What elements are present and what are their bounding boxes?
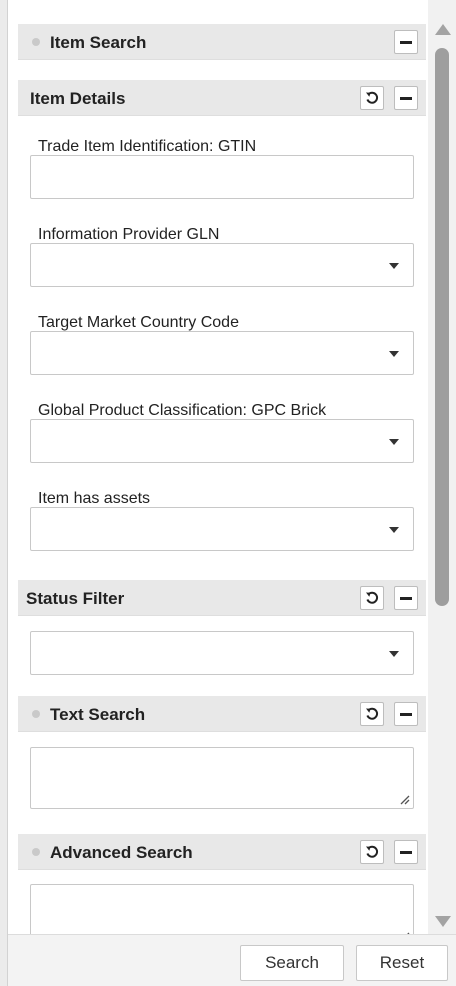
text-search-reset-button[interactable] <box>360 702 384 726</box>
gpc-label: Global Product Classification: GPC Brick <box>38 402 327 419</box>
gln-select[interactable] <box>30 243 414 287</box>
minus-icon <box>400 97 412 100</box>
scroll-down-arrow-icon[interactable] <box>435 916 451 927</box>
item-search-title: Item Search <box>50 33 147 52</box>
action-bar: Search Reset <box>8 934 456 986</box>
refresh-icon <box>366 91 379 104</box>
left-border <box>0 0 8 986</box>
minus-icon <box>400 597 412 600</box>
gln-label: Information Provider GLN <box>38 226 220 243</box>
country-label: Target Market Country Code <box>38 314 239 331</box>
gpc-select[interactable] <box>30 419 414 463</box>
minus-icon <box>400 41 412 44</box>
text-search-collapse-button[interactable] <box>394 702 418 726</box>
advanced-search-header[interactable]: Advanced Search <box>18 834 426 870</box>
status-dot-icon <box>32 710 40 718</box>
minus-icon <box>400 851 412 854</box>
advanced-search-collapse-button[interactable] <box>394 840 418 864</box>
chevron-down-icon <box>389 439 399 445</box>
chevron-down-icon <box>389 351 399 357</box>
search-button[interactable]: Search <box>240 945 344 981</box>
text-search-textarea[interactable] <box>30 747 414 809</box>
status-filter-title: Status Filter <box>26 589 125 608</box>
gtin-label: Trade Item Identification: GTIN <box>38 138 257 155</box>
advanced-search-textarea[interactable] <box>30 884 414 934</box>
scroll-up-arrow-icon[interactable] <box>435 24 451 35</box>
text-search-title: Text Search <box>50 705 146 724</box>
chevron-down-icon <box>389 263 399 269</box>
item-details-collapse-button[interactable] <box>394 86 418 110</box>
chevron-down-icon <box>389 651 399 657</box>
status-dot-icon <box>32 848 40 856</box>
advanced-search-reset-button[interactable] <box>360 840 384 864</box>
status-filter-reset-button[interactable] <box>360 586 384 610</box>
status-filter-header[interactable]: Status Filter <box>18 580 426 616</box>
reset-button[interactable]: Reset <box>356 945 448 981</box>
vertical-scrollbar[interactable] <box>428 0 456 934</box>
item-details-header[interactable]: Item Details <box>18 80 426 116</box>
gtin-input[interactable] <box>30 155 414 199</box>
assets-select[interactable] <box>30 507 414 551</box>
refresh-icon <box>366 591 379 604</box>
minus-icon <box>400 713 412 716</box>
chevron-down-icon <box>389 527 399 533</box>
resize-grip-icon[interactable] <box>398 793 410 805</box>
refresh-icon <box>366 845 379 858</box>
item-details-reset-button[interactable] <box>360 86 384 110</box>
refresh-icon <box>366 707 379 720</box>
item-search-collapse-button[interactable] <box>394 30 418 54</box>
status-dot-icon <box>32 38 40 46</box>
item-search-header[interactable]: Item Search <box>18 24 426 60</box>
text-search-header[interactable]: Text Search <box>18 696 426 732</box>
status-select[interactable] <box>30 631 414 675</box>
country-select[interactable] <box>30 331 414 375</box>
assets-label: Item has assets <box>38 490 151 507</box>
scrollbar-thumb[interactable] <box>435 48 449 606</box>
advanced-search-title: Advanced Search <box>50 843 193 862</box>
item-details-title: Item Details <box>30 89 126 108</box>
search-panel: Item Search Item Details Trade Item Iden… <box>8 0 428 934</box>
status-filter-collapse-button[interactable] <box>394 586 418 610</box>
